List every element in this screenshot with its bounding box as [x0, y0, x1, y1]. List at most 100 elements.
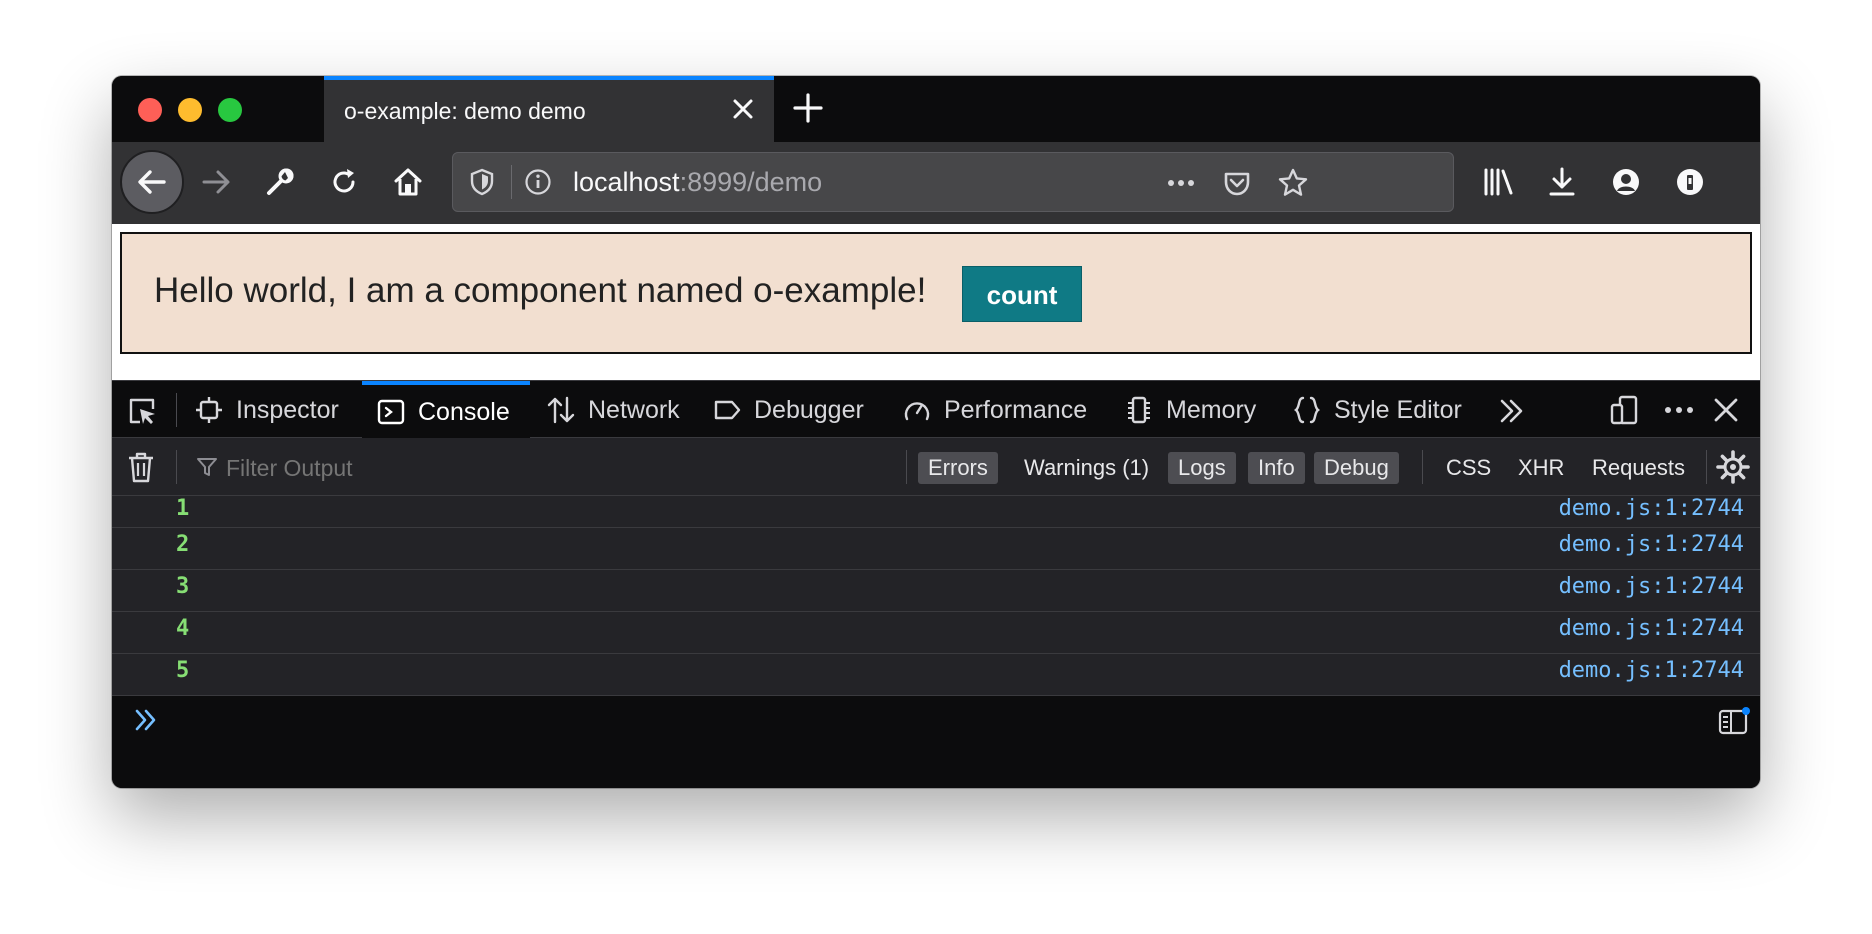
filter-warnings[interactable]: Warnings (1) [1014, 452, 1159, 484]
back-button[interactable] [120, 150, 184, 214]
responsive-design-icon[interactable] [1608, 393, 1642, 427]
tab-performance-label: Performance [944, 395, 1088, 424]
tab-style-editor-label: Style Editor [1334, 395, 1462, 424]
tab-network-label: Network [588, 395, 680, 424]
downloads-icon[interactable] [1544, 164, 1580, 200]
console-message-row: 1 demo.js:1:2744 [112, 496, 1760, 528]
log-source-link[interactable]: demo.js:1:2744 [1559, 658, 1744, 683]
browser-window: o-example: demo demo localhost:8999/demo… [112, 76, 1760, 788]
devtools-toolbar: Inspector Console Network Debugger Perfo… [112, 380, 1760, 439]
tab-close-icon[interactable] [728, 94, 758, 124]
home-button[interactable] [388, 162, 428, 202]
address-bar[interactable]: localhost:8999/demo [452, 152, 1454, 212]
log-value: 3 [176, 574, 190, 599]
wrench-icon [267, 168, 294, 195]
log-value: 1 [176, 496, 190, 521]
console-input[interactable] [172, 702, 1696, 740]
tab-performance[interactable]: Performance [902, 381, 1087, 439]
network-icon [547, 396, 575, 424]
tab-title: o-example: demo demo [344, 98, 586, 124]
reload-button[interactable] [324, 162, 364, 202]
inspector-icon [196, 397, 222, 423]
log-value: 5 [176, 658, 190, 683]
filter-xhr[interactable]: XHR [1508, 452, 1574, 484]
tab-inspector[interactable]: Inspector [194, 381, 339, 439]
filter-separator [176, 450, 177, 484]
url-text: localhost:8999/demo [573, 166, 822, 198]
console-filter-bar: Errors Warnings (1) Logs Info Debug CSS … [112, 438, 1760, 496]
filter-output-input[interactable] [224, 450, 808, 486]
tab-memory[interactable]: Memory [1124, 381, 1256, 439]
more-tools-chevron-icon[interactable] [1496, 395, 1528, 427]
filter-debug[interactable]: Debug [1314, 452, 1399, 484]
navigation-bar: localhost:8999/demo [112, 142, 1760, 224]
minimize-window-button[interactable] [178, 98, 202, 122]
element-picker-icon[interactable] [126, 395, 158, 427]
tab-console[interactable]: Console [362, 381, 530, 439]
console-message-row: 3 demo.js:1:2744 [112, 570, 1760, 612]
tab-debugger[interactable]: Debugger [712, 381, 864, 439]
url-separator [511, 165, 512, 199]
page-actions-icon[interactable] [1165, 167, 1197, 199]
filter-funnel-icon [197, 458, 217, 476]
console-prompt-chevron-icon [135, 709, 156, 731]
forward-button[interactable] [196, 162, 236, 202]
forward-arrow-icon [202, 170, 230, 194]
reload-icon [333, 169, 355, 193]
style-editor-icon [1294, 396, 1320, 424]
zoom-window-button[interactable] [218, 98, 242, 122]
console-icon [377, 399, 405, 425]
settings-separator [1706, 450, 1707, 484]
log-source-link[interactable]: demo.js:1:2744 [1559, 532, 1744, 557]
filter-requests[interactable]: Requests [1582, 452, 1695, 484]
bookmark-star-icon[interactable] [1277, 167, 1309, 199]
log-source-link[interactable]: demo.js:1:2744 [1559, 574, 1744, 599]
filter-logs[interactable]: Logs [1168, 452, 1236, 484]
back-arrow-icon [138, 170, 166, 194]
filter-errors[interactable]: Errors [918, 452, 998, 484]
site-info-icon[interactable] [523, 167, 553, 197]
memory-icon [1128, 396, 1150, 424]
log-value: 2 [176, 532, 190, 557]
url-path: :8999/demo [679, 167, 823, 197]
tools-button[interactable] [260, 162, 300, 202]
console-settings-gear-icon[interactable] [1716, 450, 1750, 484]
filter-info[interactable]: Info [1248, 452, 1305, 484]
console-message-row: 2 demo.js:1:2744 [112, 528, 1760, 570]
performance-icon [904, 402, 930, 421]
new-tab-icon[interactable] [790, 90, 826, 126]
tab-style-editor[interactable]: Style Editor [1292, 381, 1462, 439]
devtools-panel: Inspector Console Network Debugger Perfo… [112, 380, 1760, 788]
tab-memory-label: Memory [1166, 395, 1257, 424]
log-source-link[interactable]: demo.js:1:2744 [1559, 496, 1744, 521]
close-window-button[interactable] [138, 98, 162, 122]
log-source-link[interactable]: demo.js:1:2744 [1559, 616, 1744, 641]
filter-css[interactable]: CSS [1436, 452, 1501, 484]
tab-strip: o-example: demo demo [112, 76, 1760, 142]
library-icon[interactable] [1480, 164, 1516, 200]
debugger-icon [714, 400, 741, 420]
console-message-row: 4 demo.js:1:2744 [112, 612, 1760, 654]
home-icon [394, 168, 422, 196]
component-text: Hello world, I am a component named o-ex… [154, 271, 927, 310]
close-devtools-icon[interactable] [1710, 394, 1742, 426]
tab-network[interactable]: Network [546, 381, 680, 439]
toolbar-separator [176, 393, 177, 427]
editor-mode-toggle-icon[interactable] [1718, 707, 1750, 737]
o-example-component: Hello world, I am a component named o-ex… [120, 232, 1752, 354]
filter-pills-separator-2 [1422, 450, 1423, 484]
tab-console-label: Console [418, 397, 510, 426]
tab-debugger-label: Debugger [754, 395, 864, 424]
filter-pills-separator [906, 450, 907, 484]
tracking-protection-shield-icon[interactable] [467, 167, 497, 197]
url-host: localhost [573, 167, 680, 197]
log-value: 4 [176, 616, 190, 641]
devtools-options-icon[interactable] [1662, 393, 1696, 427]
pocket-icon[interactable] [1221, 167, 1253, 199]
console-message-row: 5 demo.js:1:2744 [112, 654, 1760, 696]
account-icon[interactable] [1608, 164, 1644, 200]
count-button[interactable]: count [962, 266, 1082, 322]
tab-inspector-label: Inspector [236, 395, 339, 424]
browser-tab[interactable]: o-example: demo demo [324, 76, 774, 142]
clear-console-trash-icon[interactable] [126, 450, 156, 484]
